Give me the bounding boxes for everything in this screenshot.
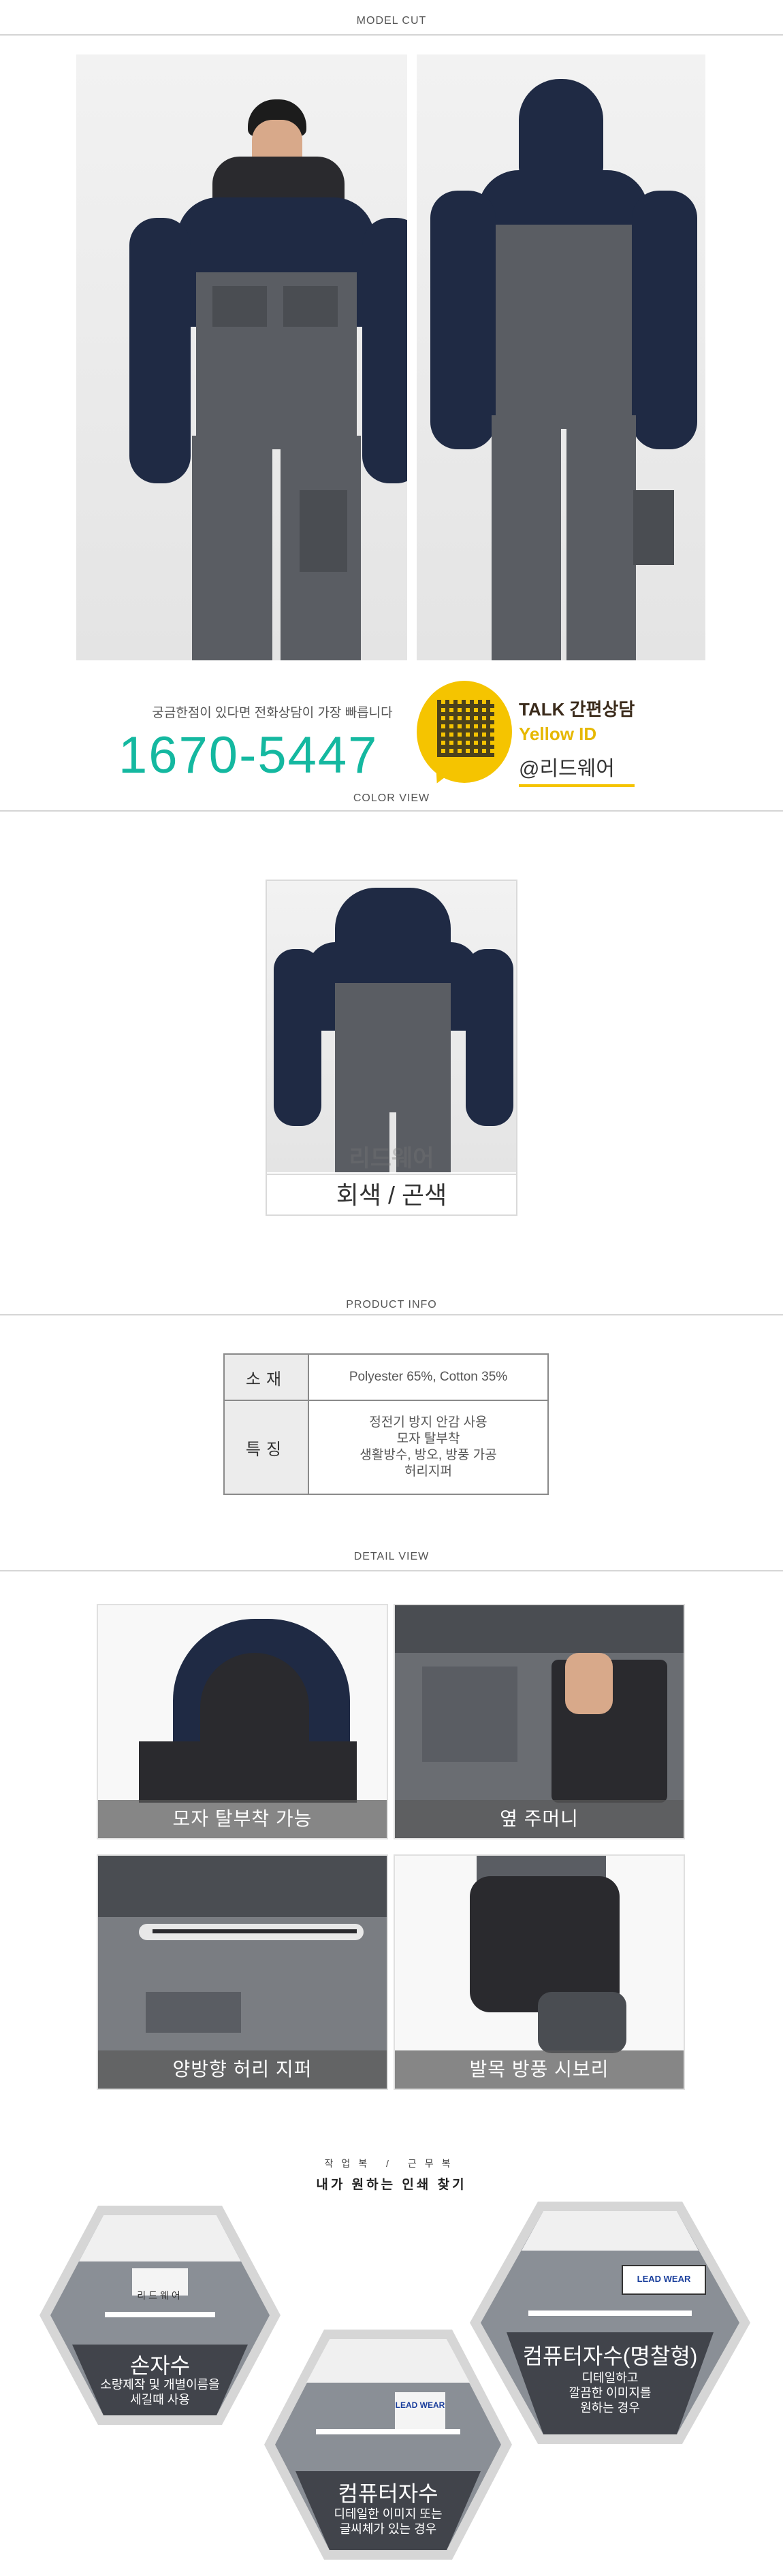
kakao-talk-info: TALK 간편상담 Yellow ID @리드웨어	[519, 696, 635, 787]
model-cut-header: MODEL CUT	[0, 15, 783, 27]
print-option-name-patch[interactable]: LEAD WEAR 컴퓨터자수(명찰형) 디테일하고 깔끔한 이미지를 원하는 …	[467, 2199, 753, 2447]
detail-waist-zipper[interactable]: 양방향 허리 지퍼	[97, 1854, 388, 2090]
option-desc: 디테일한 이미지 또는 글씨체가 있는 경우	[334, 2507, 443, 2536]
divider	[0, 810, 783, 812]
color-swatch-card[interactable]: 리드웨어 회색 / 곤색	[266, 880, 517, 1216]
table-row: 소재 Polyester 65%, Cotton 35%	[223, 1353, 549, 1401]
material-value: Polyester 65%, Cotton 35%	[308, 1353, 549, 1401]
section-title: PRODUCT INFO	[346, 1299, 437, 1310]
qr-icon	[437, 700, 494, 757]
feature-key: 특징	[223, 1400, 309, 1495]
kakao-qr-code[interactable]	[417, 681, 512, 788]
option-desc: 디테일하고 깔끔한 이미지를 원하는 경우	[569, 2371, 652, 2415]
product-info-table: 소재 Polyester 65%, Cotton 35% 특징 정전기 방지 안…	[223, 1353, 549, 1495]
detail-view-header: DETAIL VIEW	[0, 1551, 783, 1563]
option-desc: 소량제작 및 개별이름을 세길때 사용	[100, 2378, 220, 2406]
divider	[0, 1314, 783, 1316]
feature-value: 정전기 방지 안감 사용 모자 탈부착 생활방수, 방오, 방풍 가공 허리지퍼	[308, 1400, 549, 1495]
section-title: MODEL CUT	[356, 15, 427, 27]
divider	[0, 34, 783, 36]
talk-label: TALK 간편상담	[519, 699, 635, 720]
detail-side-pocket[interactable]: 옆 주머니	[394, 1604, 685, 1839]
section-title: COLOR VIEW	[353, 792, 430, 804]
option-title: 컴퓨터자수(명찰형)	[522, 2344, 698, 2368]
material-key: 소재	[223, 1353, 309, 1401]
print-finder-title: 작업복 / 근무복 내가 원하는 인쇄 찾기	[0, 2157, 783, 2193]
kakao-id[interactable]: @리드웨어	[519, 752, 635, 787]
detail-caption: 모자 탈부착 가능	[98, 1800, 387, 1838]
color-view-header: COLOR VIEW	[0, 792, 783, 805]
finder-subtitle: 작업복 / 근무복	[324, 2158, 459, 2169]
option-title: 컴퓨터자수	[338, 2481, 438, 2506]
option-title: 손자수	[129, 2353, 191, 2378]
finder-heading: 내가 원하는 인쇄 찾기	[316, 2178, 467, 2192]
model-front-photo	[76, 54, 407, 660]
table-row: 특징 정전기 방지 안감 사용 모자 탈부착 생활방수, 방오, 방풍 가공 허…	[223, 1400, 549, 1495]
color-name: 회색 / 곤색	[267, 1174, 516, 1214]
embroidery-tag: LEAD WEAR	[395, 2400, 445, 2410]
detail-caption: 옆 주머니	[395, 1800, 684, 1838]
yellow-id-label: Yellow ID	[519, 724, 597, 744]
color-photo: 리드웨어	[267, 881, 516, 1172]
contact-note: 궁금한점이 있다면 전화상담이 가장 빠릅니다	[152, 706, 393, 720]
divider	[0, 1570, 783, 1572]
embroidery-tag: LEAD WEAR	[637, 2274, 691, 2284]
detail-hood[interactable]: 모자 탈부착 가능	[97, 1604, 388, 1839]
detail-ankle-cuff[interactable]: 발목 방풍 시보리	[394, 1854, 685, 2090]
detail-caption: 발목 방풍 시보리	[395, 2050, 684, 2089]
section-title: DETAIL VIEW	[353, 1551, 430, 1562]
print-option-hand-embroidery[interactable]: 리드웨어 손자수 소량제작 및 개별이름을 세길때 사용	[37, 2203, 283, 2428]
product-info-header: PRODUCT INFO	[0, 1299, 783, 1311]
watermark: 리드웨어	[349, 1146, 434, 1172]
model-back-photo	[417, 54, 705, 660]
embroidery-tag: 리드웨어	[137, 2290, 183, 2301]
detail-caption: 양방향 허리 지퍼	[98, 2050, 387, 2089]
phone-number[interactable]: 1670-5447	[118, 726, 378, 785]
